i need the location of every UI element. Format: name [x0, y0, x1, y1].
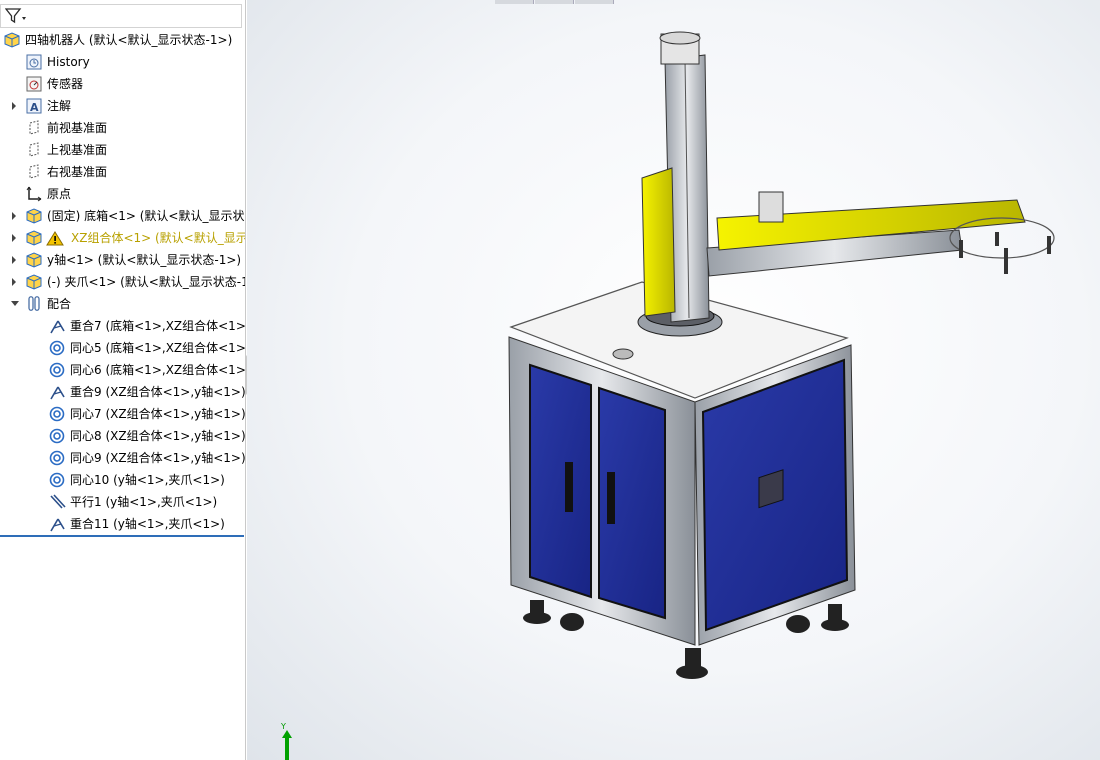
mate-item-5[interactable]: 同心8 (XZ组合体<1>,y轴<1>) [0, 425, 246, 447]
tree-item-label: 上视基准面 [47, 143, 108, 157]
sensor-icon [25, 76, 43, 92]
feature-manager-tree: 四轴机器人 (默认<默认_显示状态-1>) History 传感器 A 注解前视基准面上… [0, 0, 246, 760]
tree-item-label: 传感器 [47, 77, 84, 91]
tree-item-label: 注解 [47, 99, 72, 113]
svg-text:A: A [30, 101, 39, 114]
tree-item-label: 同心6 (底箱<1>,XZ组合体<1>) [70, 363, 246, 377]
tree-item-2[interactable]: A 注解 [0, 95, 245, 117]
mate-item-9[interactable]: 重合11 (y轴<1>,夹爪<1>) [0, 513, 245, 535]
mate-item-4[interactable]: 同心7 (XZ组合体<1>,y轴<1>) [0, 403, 246, 425]
mates-folder-icon [25, 296, 43, 312]
chevron-right-icon[interactable] [9, 205, 19, 227]
tree-item-label: 重合11 (y轴<1>,夹爪<1>) [70, 517, 225, 531]
coincident-mate-icon [48, 318, 66, 334]
subassembly-icon [25, 274, 43, 290]
chevron-down-icon[interactable] [9, 293, 19, 315]
chevron-right-icon[interactable] [9, 227, 19, 249]
tree-filter-bar[interactable] [0, 4, 242, 28]
concentric-mate-icon [48, 428, 66, 444]
coincident-mate-icon [48, 384, 66, 400]
concentric-mate-icon [48, 340, 66, 356]
tree-item-0[interactable]: History [0, 51, 245, 73]
filter-icon[interactable] [5, 8, 27, 24]
mate-item-6[interactable]: 同心9 (XZ组合体<1>,y轴<1>) [0, 447, 246, 469]
concentric-mate-icon [48, 406, 66, 422]
tree-item-5[interactable]: 右视基准面 [0, 161, 245, 183]
tree-item-9[interactable]: y轴<1> (默认<默认_显示状态-1>) [0, 249, 245, 271]
tree-item-label: History [47, 55, 90, 69]
vertical-axis-cover [641, 167, 676, 317]
annotation-icon: A [25, 98, 43, 114]
tree-item-label: 平行1 (y轴<1>,夹爪<1>) [70, 495, 218, 509]
mate-item-7[interactable]: 同心10 (y轴<1>,夹爪<1>) [0, 469, 245, 491]
graphics-viewport[interactable]: Y [247, 0, 1100, 760]
coincident-mate-icon [48, 516, 66, 532]
chevron-right-icon[interactable] [9, 249, 19, 271]
triad-axis-label: Y [281, 722, 286, 731]
tree-item-7[interactable]: (固定) 底箱<1> (默认<默认_显示状态 [0, 205, 246, 227]
tree-item-label: 前视基准面 [47, 121, 108, 135]
tree-item-label: (固定) 底箱<1> (默认<默认_显示状态 [47, 209, 246, 223]
concentric-mate-icon [48, 362, 66, 378]
tree-item-10[interactable]: (-) 夹爪<1> (默认<默认_显示状态-1 [0, 271, 246, 293]
mate-item-8[interactable]: 平行1 (y轴<1>,夹爪<1>) [0, 491, 245, 513]
concentric-mate-icon [48, 472, 66, 488]
cabinet-door-left [529, 363, 592, 599]
tree-item-label: 同心10 (y轴<1>,夹爪<1>) [70, 473, 225, 487]
tree-item-label: (-) 夹爪<1> (默认<默认_显示状态-1 [47, 275, 246, 289]
mate-item-3[interactable]: 重合9 (XZ组合体<1>,y轴<1>) [0, 381, 246, 403]
tree-item-6[interactable]: 原点 [0, 183, 245, 205]
tree-end-divider [0, 535, 244, 537]
tree-item-label: 配合 [47, 297, 72, 311]
plane-icon [25, 120, 43, 136]
assembly-icon [3, 32, 21, 48]
tree-item-1[interactable]: 传感器 [0, 73, 245, 95]
tree-item-label: 重合9 (XZ组合体<1>,y轴<1>) [70, 385, 246, 399]
part-icon [25, 208, 43, 224]
mate-item-2[interactable]: 同心6 (底箱<1>,XZ组合体<1>) [0, 359, 246, 381]
tree-item-label: 四轴机器人 (默认<默认_显示状态-1>) [25, 33, 233, 47]
history-icon [25, 54, 43, 70]
tree-item-label: XZ组合体<1> (默认<默认_显示状 [71, 231, 246, 245]
four-axis-robot-model[interactable] [247, 0, 1100, 760]
origin-icon [25, 186, 43, 202]
tree-root-assembly[interactable]: 四轴机器人 (默认<默认_显示状态-1>) [0, 29, 245, 51]
tree-item-4[interactable]: 上视基准面 [0, 139, 245, 161]
tree-item-label: 原点 [47, 187, 72, 201]
tree-item-label: 同心5 (底箱<1>,XZ组合体<1>) [70, 341, 246, 355]
plane-icon [25, 164, 43, 180]
mate-item-0[interactable]: 重合7 (底箱<1>,XZ组合体<1>) [0, 315, 246, 337]
tree-item-8[interactable]: XZ组合体<1> (默认<默认_显示状 [0, 227, 246, 249]
tree-item-label: 重合7 (底箱<1>,XZ组合体<1>) [70, 319, 246, 333]
chevron-right-icon[interactable] [9, 95, 19, 117]
subassembly-icon [25, 252, 43, 268]
subassembly-warning-icon [25, 230, 69, 246]
parallel-mate-icon [48, 494, 66, 510]
tree-item-label: 同心9 (XZ组合体<1>,y轴<1>) [70, 451, 246, 465]
tree-item-label: 同心7 (XZ组合体<1>,y轴<1>) [70, 407, 246, 421]
tree-item-11[interactable]: 配合 [0, 293, 245, 315]
concentric-mate-icon [48, 450, 66, 466]
tree-item-3[interactable]: 前视基准面 [0, 117, 245, 139]
mate-item-1[interactable]: 同心5 (底箱<1>,XZ组合体<1>) [0, 337, 246, 359]
plane-icon [25, 142, 43, 158]
tree-item-label: 同心8 (XZ组合体<1>,y轴<1>) [70, 429, 246, 443]
tree-item-label: 右视基准面 [47, 165, 108, 179]
chevron-right-icon[interactable] [9, 271, 19, 293]
tree-item-label: y轴<1> (默认<默认_显示状态-1>) [47, 253, 242, 267]
